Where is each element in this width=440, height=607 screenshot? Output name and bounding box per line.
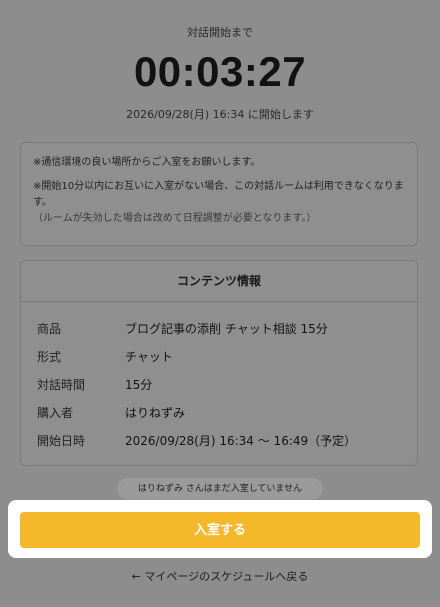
start-datetime-info: 2026/09/28(月) 16:34 に開始します bbox=[126, 108, 314, 121]
countdown-timer: 00:03:27 bbox=[133, 48, 307, 95]
info-key: 購入者 bbox=[37, 405, 74, 420]
info-value: ブログ記事の添削 チャット相談 15分 bbox=[125, 321, 328, 336]
info-key: 対話時間 bbox=[37, 377, 86, 392]
info-value: 15分 bbox=[125, 377, 153, 392]
notice-line-expiry: ※開始10分以内にお互いに入室がない場合、この対話ルームは利用できなくなります。 bbox=[33, 181, 404, 208]
action-panel: 入室する bbox=[8, 500, 432, 558]
notice-line-connection: ※通信環境の良い場所からご入室をお願いします。 bbox=[33, 157, 261, 168]
info-value: はりねずみ bbox=[125, 405, 186, 420]
info-row-format: 形式 チャット bbox=[37, 342, 417, 370]
entry-status-badge: はりねずみ さんはまだ入室していません bbox=[117, 478, 323, 500]
info-value: 2026/09/28(月) 16:34 〜 16:49（予定） bbox=[125, 433, 357, 448]
info-key: 商品 bbox=[37, 321, 62, 336]
notice-line-reschedule: （ルームが失効した場合は改めて日程調整が必要となります。） bbox=[33, 213, 317, 224]
info-row-duration: 対話時間 15分 bbox=[37, 370, 417, 398]
enter-room-button[interactable]: 入室する bbox=[20, 512, 420, 548]
content-info-card: コンテンツ情報 商品 ブログ記事の添削 チャット相談 15分 形式 チャット 対… bbox=[20, 260, 418, 466]
info-row-product: 商品 ブログ記事の添削 チャット相談 15分 bbox=[37, 314, 417, 342]
info-key: 開始日時 bbox=[37, 433, 86, 448]
back-to-schedule-link[interactable]: ← マイページのスケジュールへ戻る bbox=[0, 568, 440, 584]
info-row-start-datetime: 開始日時 2026/09/28(月) 16:34 〜 16:49（予定） bbox=[37, 426, 417, 454]
content-info-table: 商品 ブログ記事の添削 チャット相談 15分 形式 チャット 対話時間 15分 … bbox=[21, 302, 417, 454]
notice-box: ※通信環境の良い場所からご入室をお願いします。 ※開始10分以内にお互いに入室が… bbox=[20, 142, 418, 246]
info-row-buyer: 購入者 はりねずみ bbox=[37, 398, 417, 426]
countdown-label: 対話開始まで bbox=[187, 26, 253, 39]
info-key: 形式 bbox=[37, 349, 62, 364]
content-info-title: コンテンツ情報 bbox=[21, 261, 417, 302]
info-value: チャット bbox=[125, 349, 173, 364]
